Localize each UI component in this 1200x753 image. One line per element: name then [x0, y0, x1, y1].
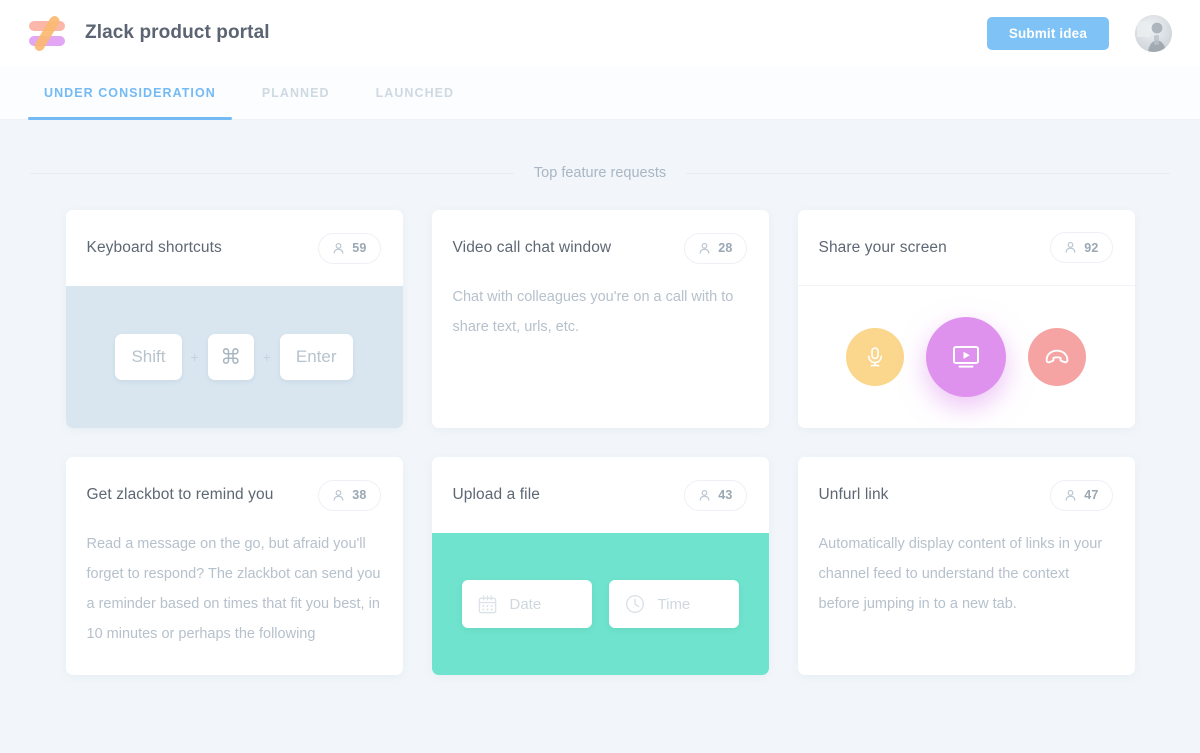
app-header: Zlack product portal Submit idea	[0, 0, 1200, 66]
feature-request-grid: Keyboard shortcuts 59 Shift + ⌘ + Enter …	[0, 210, 1200, 675]
key-separator-1: +	[190, 349, 199, 365]
microphone-icon	[868, 347, 882, 367]
time-placeholder: Time	[657, 595, 691, 613]
section-rule-right	[686, 172, 1171, 174]
card-header: Unfurl link 47	[798, 457, 1135, 533]
share-screen-button[interactable]	[926, 317, 1006, 397]
card-description: Read a message on the go, but afraid you…	[86, 536, 381, 642]
person-icon	[1065, 242, 1076, 253]
vote-count: 92	[1084, 240, 1099, 255]
card-title: Get zlackbot to remind you	[86, 486, 274, 503]
keyboard-shortcut-panel: Shift + ⌘ + Enter	[65, 286, 403, 428]
vote-badge[interactable]: 92	[1050, 232, 1113, 263]
card-body: Read a message on the go, but afraid you…	[66, 533, 403, 675]
user-avatar[interactable]	[1135, 14, 1172, 52]
card-header: Get zlackbot to remind you 38	[66, 457, 403, 533]
vote-count: 47	[1084, 488, 1099, 502]
hang-up-phone-icon	[1045, 349, 1069, 364]
card-body: Chat with colleagues you're on a call wi…	[432, 286, 769, 428]
card-header: Upload a file 43	[432, 457, 769, 533]
keycap-command[interactable]: ⌘	[207, 334, 254, 380]
screen-share-icon	[953, 346, 979, 368]
vote-count: 28	[718, 241, 733, 255]
date-placeholder: Date	[509, 595, 542, 613]
logo-slash	[32, 14, 62, 53]
tab-under-consideration[interactable]: UNDER CONSIDERATION	[28, 66, 232, 120]
vote-count: 38	[352, 488, 367, 502]
person-icon	[1065, 489, 1076, 501]
feature-card-keyboard-shortcuts[interactable]: Keyboard shortcuts 59 Shift + ⌘ + Enter	[65, 210, 403, 428]
feature-card-share-your-screen[interactable]: Share your screen 92	[797, 210, 1135, 428]
submit-idea-button[interactable]: Submit idea	[986, 16, 1109, 50]
clock-icon	[625, 594, 644, 614]
avatar-photo-icon	[1135, 14, 1172, 52]
header-actions: Submit idea	[986, 14, 1172, 52]
section-heading: Top feature requests	[0, 165, 1200, 181]
feature-card-get-zlackbot-to-remind-you[interactable]: Get zlackbot to remind you 38 Read a mes…	[65, 457, 403, 675]
vote-badge[interactable]: 38	[318, 479, 381, 511]
card-header: Share your screen 92	[797, 210, 1135, 286]
feature-card-unfurl-link[interactable]: Unfurl link 47 Automatically display con…	[797, 457, 1135, 675]
date-input[interactable]: Date	[461, 580, 592, 628]
vote-count: 59	[352, 241, 367, 255]
hang-up-button[interactable]	[1028, 328, 1086, 386]
keycap-shift[interactable]: Shift	[115, 334, 182, 380]
section-rule-left	[30, 172, 514, 174]
feature-card-video-call-chat-window[interactable]: Video call chat window 28 Chat with coll…	[431, 210, 769, 428]
card-title: Keyboard shortcuts	[86, 239, 222, 256]
person-icon	[333, 242, 344, 254]
vote-count: 43	[718, 488, 733, 502]
date-time-panel: Date Time	[431, 533, 769, 675]
feature-card-upload-a-file[interactable]: Upload a file 43 Date Time	[431, 457, 769, 675]
tab-launched[interactable]: LAUNCHED	[360, 66, 471, 119]
calendar-icon	[478, 594, 496, 613]
person-icon	[333, 489, 344, 501]
person-icon	[699, 489, 710, 501]
card-body: Automatically display content of links i…	[798, 533, 1135, 675]
key-separator-2: +	[262, 349, 271, 365]
vote-badge[interactable]: 59	[318, 232, 381, 264]
time-input[interactable]: Time	[608, 580, 739, 628]
status-tabbar: UNDER CONSIDERATION PLANNED LAUNCHED	[0, 66, 1200, 120]
card-header: Video call chat window 28	[432, 210, 769, 286]
zlack-logo	[26, 14, 68, 53]
section-title: Top feature requests	[533, 165, 667, 181]
card-title: Share your screen	[818, 238, 947, 256]
card-title: Unfurl link	[818, 486, 889, 503]
card-title: Upload a file	[452, 486, 540, 503]
microphone-button[interactable]	[846, 328, 904, 386]
card-header: Keyboard shortcuts 59	[66, 210, 403, 286]
page-title: Zlack product portal	[85, 22, 270, 43]
vote-badge[interactable]: 47	[1050, 479, 1113, 511]
card-description: Automatically display content of links i…	[818, 536, 1103, 612]
person-icon	[699, 242, 710, 254]
brand: Zlack product portal	[26, 14, 270, 53]
call-controls-panel	[798, 286, 1135, 428]
card-description: Chat with colleagues you're on a call wi…	[452, 289, 734, 335]
tab-planned[interactable]: PLANNED	[246, 66, 346, 119]
vote-badge[interactable]: 43	[684, 479, 747, 511]
card-title: Video call chat window	[452, 239, 612, 256]
keycap-enter[interactable]: Enter	[279, 334, 353, 380]
vote-badge[interactable]: 28	[684, 232, 747, 264]
